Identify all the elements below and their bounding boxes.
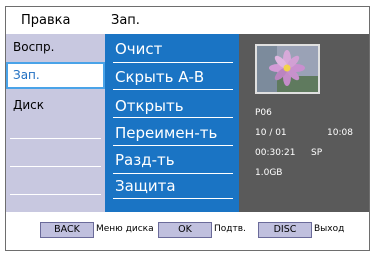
header-bar: Правка Зап.	[6, 7, 369, 34]
menu-divider	[113, 145, 233, 146]
tab-divider	[10, 138, 101, 139]
menu-item-hide-ab[interactable]: Скрыть А-В	[105, 65, 239, 90]
tab-record[interactable]: Зап.	[6, 62, 105, 89]
menu-divider	[113, 117, 233, 118]
tab-disc[interactable]: Диск	[6, 92, 105, 119]
dvd-menu-window: Правка Зап. Воспр. Зап. Диск Очист Скрыт…	[5, 6, 370, 251]
record-date-text: 10 / 01	[255, 128, 287, 138]
menu-divider	[113, 89, 233, 90]
ok-button[interactable]: OK	[158, 222, 212, 238]
back-hint-text: Меню диска	[96, 224, 154, 234]
tab-divider	[10, 166, 101, 167]
back-button[interactable]: BACK	[40, 222, 94, 238]
title-id-text: P06	[255, 108, 272, 118]
record-mode-text: SP	[311, 148, 323, 158]
ok-hint-text: Подтв.	[214, 224, 246, 234]
header-section-label: Зап.	[111, 13, 140, 28]
menu-item-split[interactable]: Разд-ть	[105, 148, 239, 173]
tab-divider	[10, 194, 101, 195]
header-edit-label: Правка	[21, 13, 71, 28]
record-time-text: 10:08	[327, 128, 353, 138]
tab-play[interactable]: Воспр.	[6, 34, 105, 61]
menu-divider	[113, 198, 233, 199]
footer-hints: BACK Меню диска OK Подтв. DISC Выход	[6, 212, 369, 250]
duration-text: 00:30:21	[255, 148, 296, 158]
menu-item-rename[interactable]: Переимен-ть	[105, 121, 239, 146]
disc-button[interactable]: DISC	[258, 222, 312, 238]
menu-item-clear[interactable]: Очист	[105, 37, 239, 62]
action-menu: Очист Скрыть А-В Открыть Переимен-ть Раз…	[105, 34, 239, 212]
menu-divider	[113, 62, 233, 63]
title-thumbnail	[255, 44, 320, 94]
menu-item-protect[interactable]: Защита	[105, 174, 239, 199]
size-text: 1.0GB	[255, 168, 283, 178]
menu-item-open[interactable]: Открыть	[105, 94, 239, 119]
disc-hint-text: Выход	[314, 224, 345, 234]
flower-thumbnail-image	[257, 46, 318, 92]
title-info-panel: P06 10 / 01 10:08 00:30:21 SP 1.0GB	[239, 34, 369, 212]
tab-column: Воспр. Зап. Диск	[6, 34, 105, 212]
